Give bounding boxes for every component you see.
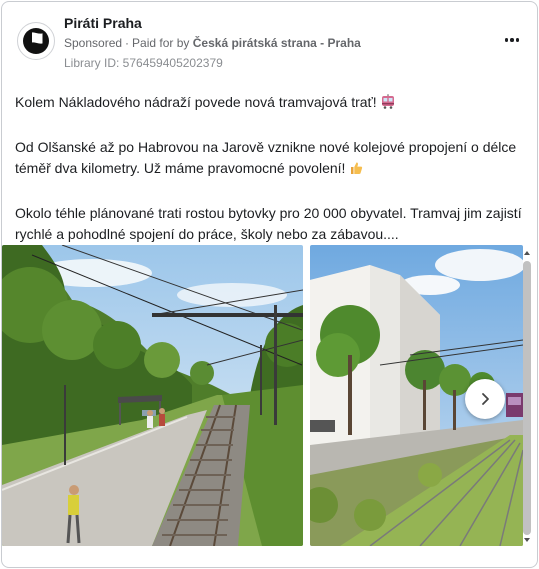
carousel-scrollbar[interactable] xyxy=(523,249,531,544)
payer-name[interactable]: Česká pirátská strana - Praha xyxy=(193,36,361,50)
scroll-down-arrow-icon[interactable] xyxy=(523,536,531,544)
library-id: Library ID: 576459405202379 xyxy=(64,56,223,70)
carousel-image-1[interactable] xyxy=(2,245,303,546)
ad-meta: Sponsored · Paid for by Česká pirátská str… xyxy=(64,36,361,50)
more-horizontal-icon xyxy=(504,38,509,42)
scroll-up-arrow-icon[interactable] xyxy=(523,249,531,257)
post-line-1: Kolem Nákladového nádraží povede nová tr… xyxy=(15,94,377,110)
paid-for-by-label: Paid for by xyxy=(132,36,190,50)
post-header: Piráti Praha Sponsored · Paid for by Česká… xyxy=(14,12,525,74)
sponsored-label: Sponsored xyxy=(64,36,123,50)
thumbs-up-emoji-icon xyxy=(348,160,364,182)
separator-dot: · xyxy=(125,36,130,50)
carousel-next-button[interactable] xyxy=(465,379,505,419)
post-line-2: Od Olšanské až po Habrovou na Jarově vzn… xyxy=(15,139,517,176)
chevron-right-icon xyxy=(482,393,489,405)
post-paragraph: Okolo téhle plánované trati rostou bytov… xyxy=(15,205,522,242)
post-paragraph: Od Olšanské až po Habrovou na Jarově vzn… xyxy=(15,137,527,182)
more-options-button[interactable] xyxy=(499,30,525,50)
post-paragraph: Kolem Nákladového nádraží povede nová tr… xyxy=(15,92,527,116)
pirate-flag-icon xyxy=(23,28,49,54)
ad-card: Piráti Praha Sponsored · Paid for by Česká… xyxy=(1,1,538,568)
page-avatar[interactable] xyxy=(17,22,55,60)
scrollbar-thumb[interactable] xyxy=(523,261,531,535)
page-name[interactable]: Piráti Praha xyxy=(64,15,142,31)
tram-emoji-icon xyxy=(380,94,396,116)
post-body: Kolem Nákladového nádraží povede nová tr… xyxy=(15,92,527,245)
image-carousel xyxy=(2,245,537,548)
